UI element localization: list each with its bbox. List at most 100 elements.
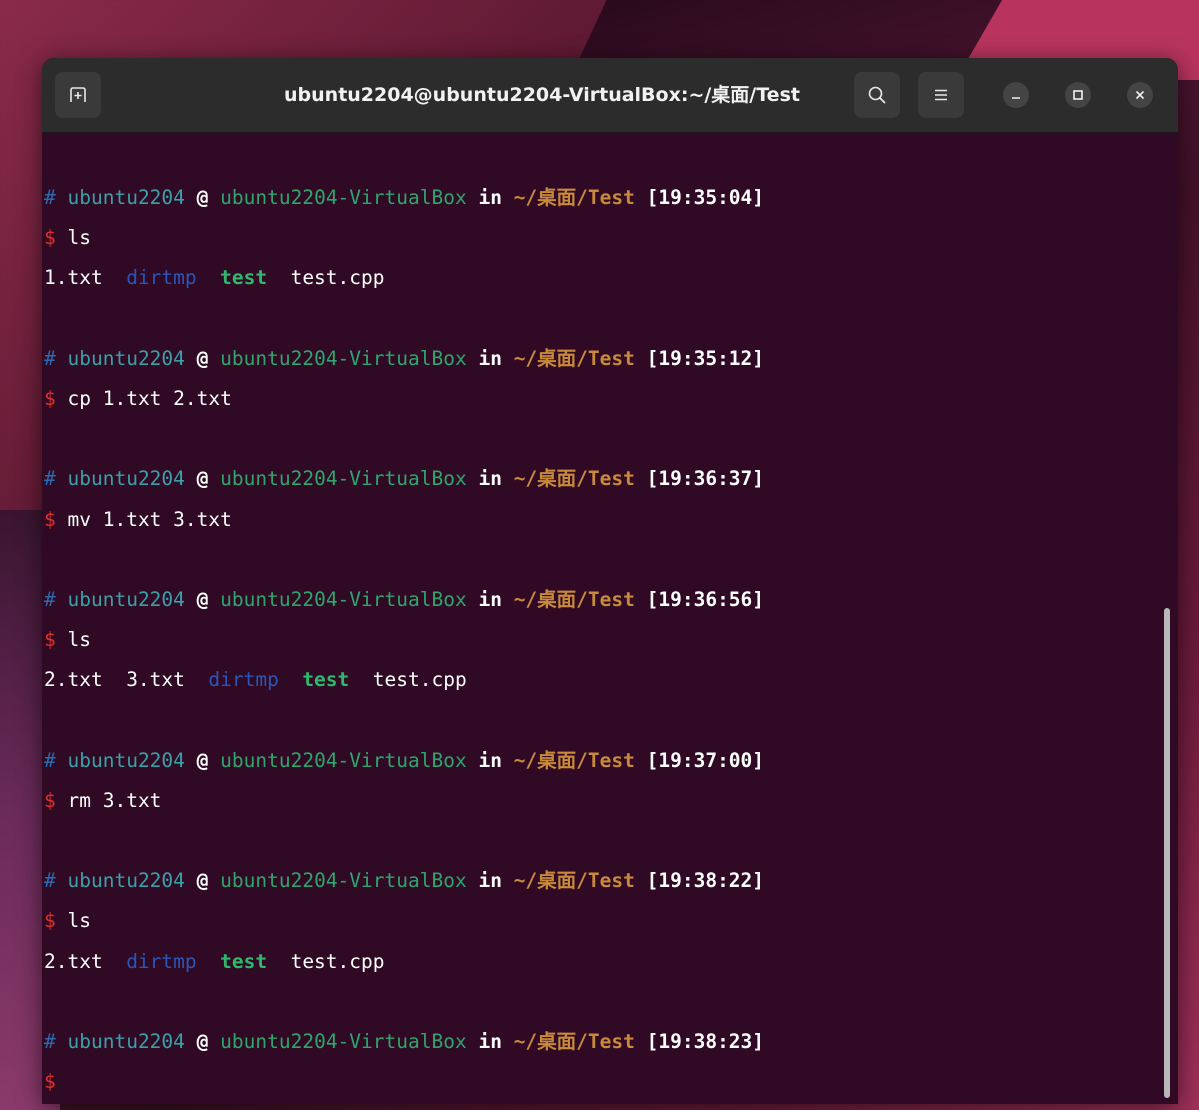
prompt-timestamp: [19:35:12] [646, 346, 765, 370]
close-button[interactable] [1127, 82, 1153, 108]
maximize-button[interactable] [1065, 82, 1091, 108]
prompt-hash: # [44, 186, 56, 209]
prompt-path: ~/桌面/Test [513, 346, 635, 370]
prompt-host: ubuntu2204-VirtualBox [220, 467, 467, 491]
prompt-line: # ubuntu2204 @ ubuntu2204-VirtualBox in … [44, 1022, 1162, 1062]
prompt-user: ubuntu2204 [67, 869, 185, 893]
prompt-hash: # [44, 346, 56, 370]
prompt-timestamp: [19:38:23] [646, 1029, 765, 1053]
prompt-user: ubuntu2204 [67, 748, 185, 772]
prompt-in: in [478, 346, 502, 370]
listing-file: test.cpp [372, 668, 467, 692]
prompt-hash: # [44, 587, 56, 611]
prompt-host: ubuntu2204-VirtualBox [220, 186, 467, 209]
prompt-dollar: $ [44, 788, 56, 812]
prompt-host: ubuntu2204-VirtualBox [220, 869, 467, 893]
prompt-path: ~/桌面/Test [513, 467, 635, 491]
search-button[interactable] [854, 72, 900, 118]
prompt-timestamp: [19:36:37] [646, 467, 765, 491]
prompt-in: in [478, 1029, 502, 1053]
listing-exec: test [220, 949, 268, 973]
terminal-window: ubuntu2204@ubuntu2204-VirtualBox:~/桌面/Te… [42, 58, 1178, 1104]
prompt-at: @ [196, 346, 209, 370]
listing-exec: test [302, 668, 350, 692]
command-line: $ mv 1.txt 3.txt [44, 500, 1162, 540]
listing-dir: dirtmp [126, 266, 197, 290]
output-line: 2.txt 3.txt dirtmp test test.cpp [44, 660, 1162, 700]
prompt-user: ubuntu2204 [67, 1029, 185, 1053]
command-text: rm 3.txt [67, 788, 162, 812]
menu-button[interactable] [918, 72, 964, 118]
prompt-user: ubuntu2204 [67, 186, 185, 209]
prompt-path: ~/桌面/Test [513, 869, 635, 893]
maximize-icon [1073, 90, 1083, 100]
prompt-dollar: $ [44, 909, 56, 933]
prompt-dollar: $ [44, 507, 56, 531]
command-text: cp 1.txt 2.txt [67, 386, 232, 410]
prompt-in: in [478, 869, 502, 893]
prompt-line: # ubuntu2204 @ ubuntu2204-VirtualBox in … [44, 580, 1162, 620]
prompt-user: ubuntu2204 [67, 346, 185, 370]
prompt-path: ~/桌面/Test [513, 748, 635, 772]
prompt-line: # ubuntu2204 @ ubuntu2204-VirtualBox in … [44, 459, 1162, 499]
command-line: $ ls [44, 901, 1162, 941]
prompt-in: in [478, 748, 502, 772]
terminal-output[interactable]: # ubuntu2204 @ ubuntu2204-VirtualBox in … [42, 133, 1162, 1104]
minimize-button[interactable] [1003, 82, 1029, 108]
close-icon [1135, 90, 1145, 100]
prompt-in: in [478, 587, 502, 611]
window-title: ubuntu2204@ubuntu2204-VirtualBox:~/桌面/Te… [284, 84, 800, 106]
prompt-host: ubuntu2204-VirtualBox [220, 587, 467, 611]
prompt-path: ~/桌面/Test [513, 186, 635, 209]
listing-file: 2.txt [44, 668, 103, 692]
command-text: ls [67, 628, 91, 652]
prompt-timestamp: [19:38:22] [646, 869, 765, 893]
minimize-icon [1012, 97, 1020, 99]
output-line: 2.txt dirtmp test test.cpp [44, 942, 1162, 982]
prompt-hash: # [44, 869, 56, 893]
prompt-timestamp: [19:37:00] [646, 748, 765, 772]
prompt-user: ubuntu2204 [67, 587, 185, 611]
command-text: ls [67, 909, 91, 933]
listing-file: 2.txt [44, 949, 103, 973]
prompt-at: @ [196, 1029, 209, 1053]
command-text: mv 1.txt 3.txt [67, 507, 232, 531]
prompt-path: ~/桌面/Test [513, 587, 635, 611]
prompt-line: # ubuntu2204 @ ubuntu2204-VirtualBox in … [44, 861, 1162, 901]
prompt-host: ubuntu2204-VirtualBox [220, 1029, 467, 1053]
search-icon [868, 86, 886, 104]
listing-file: test.cpp [290, 266, 385, 290]
prompt-in: in [478, 467, 502, 491]
listing-file: 3.txt [126, 668, 185, 692]
prompt-hash: # [44, 748, 56, 772]
command-line: $ ls [44, 620, 1162, 660]
listing-dir: dirtmp [208, 668, 279, 692]
prompt-host: ubuntu2204-VirtualBox [220, 346, 467, 370]
prompt-line: # ubuntu2204 @ ubuntu2204-VirtualBox in … [44, 741, 1162, 781]
command-text: ls [67, 226, 91, 250]
prompt-timestamp: [19:35:04] [646, 186, 765, 209]
scrollbar[interactable] [1164, 608, 1170, 1098]
prompt-timestamp: [19:36:56] [646, 587, 765, 611]
prompt-dollar: $ [44, 1070, 56, 1094]
prompt-at: @ [196, 186, 209, 209]
prompt-at: @ [196, 467, 209, 491]
command-line: $ rm 3.txt [44, 781, 1162, 821]
prompt-dollar: $ [44, 226, 56, 250]
prompt-dollar: $ [44, 386, 56, 410]
new-tab-button[interactable] [55, 72, 101, 118]
listing-exec: test [220, 266, 268, 290]
header-bar: ubuntu2204@ubuntu2204-VirtualBox:~/桌面/Te… [42, 58, 1178, 133]
listing-dir: dirtmp [126, 949, 197, 973]
listing-file: test.cpp [290, 949, 385, 973]
prompt-line: # ubuntu2204 @ ubuntu2204-VirtualBox in … [44, 178, 1162, 218]
prompt-line: # ubuntu2204 @ ubuntu2204-VirtualBox in … [44, 339, 1162, 379]
command-line: $ [44, 1062, 1162, 1102]
prompt-at: @ [196, 869, 209, 893]
